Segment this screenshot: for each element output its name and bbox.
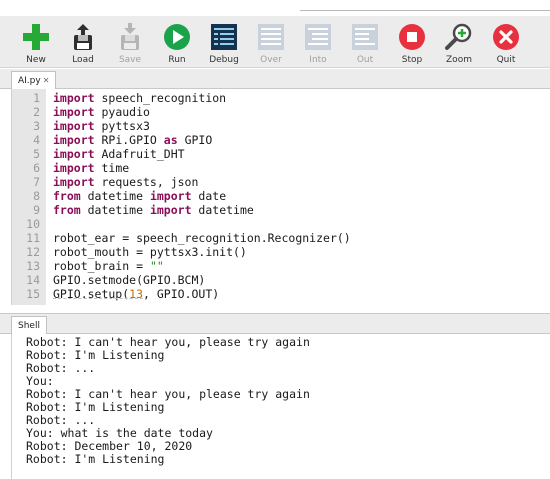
code-line: from datetime import datetime bbox=[53, 203, 254, 217]
line-number: 2 bbox=[33, 105, 40, 119]
quit-button[interactable]: Quit bbox=[482, 22, 530, 65]
code-line: GPIO.setmode(GPIO.BCM) bbox=[53, 273, 206, 287]
line-number: 3 bbox=[33, 119, 40, 133]
save-label: Save bbox=[118, 55, 142, 65]
line-number-gutter: 1 2 3 4 5 6 7 8 9 10 11 12 13 14 15 bbox=[12, 89, 46, 305]
plus-icon bbox=[23, 24, 49, 50]
shell-line: Robot: I'm Listening bbox=[26, 348, 165, 362]
load-icon bbox=[74, 24, 92, 50]
shell-line: You: bbox=[26, 374, 54, 388]
line-number: 6 bbox=[33, 161, 40, 175]
step-out-label: Out bbox=[356, 55, 374, 65]
line-number: 10 bbox=[26, 217, 40, 231]
line-number: 14 bbox=[26, 273, 40, 287]
new-button[interactable]: New bbox=[12, 22, 60, 65]
shell-line: You: what is the date today bbox=[26, 426, 213, 440]
code-line: from datetime import date bbox=[53, 189, 227, 203]
tab-label: AI.py bbox=[18, 76, 41, 86]
run-label: Run bbox=[168, 55, 186, 65]
title-rule bbox=[300, 10, 550, 11]
debug-button[interactable]: Debug bbox=[200, 22, 248, 65]
stop-label: Stop bbox=[401, 55, 423, 65]
shell-line: Robot: I'm Listening bbox=[26, 452, 165, 466]
zoom-button[interactable]: Zoom bbox=[435, 22, 483, 65]
line-number: 7 bbox=[33, 175, 40, 189]
shell-line: Robot: ... bbox=[26, 361, 96, 375]
zoom-icon bbox=[445, 23, 472, 50]
line-number: 12 bbox=[26, 245, 40, 259]
code-line: import time bbox=[53, 161, 130, 175]
line-number: 4 bbox=[33, 133, 40, 147]
shell-line: Robot: December 10, 2020 bbox=[26, 439, 193, 453]
step-into-icon bbox=[305, 24, 331, 50]
code-line: robot_brain = "" bbox=[53, 259, 164, 273]
run-button[interactable]: Run bbox=[153, 22, 201, 65]
load-label: Load bbox=[72, 55, 94, 65]
line-number: 11 bbox=[26, 231, 40, 245]
quit-icon bbox=[493, 24, 519, 50]
code-line: import pyttsx3 bbox=[53, 119, 150, 133]
shell-line: Robot: ... bbox=[26, 413, 96, 427]
zoom-label: Zoom bbox=[446, 55, 472, 65]
code-line: import pyaudio bbox=[53, 105, 150, 119]
step-into-button[interactable]: Into bbox=[294, 22, 342, 65]
shell-tab-label: Shell bbox=[18, 321, 40, 331]
step-out-button[interactable]: Out bbox=[341, 22, 389, 65]
line-number: 15 bbox=[26, 287, 40, 301]
step-over-label: Over bbox=[260, 55, 282, 65]
line-number: 13 bbox=[26, 259, 40, 273]
debug-label: Debug bbox=[209, 55, 239, 65]
stop-button[interactable]: Stop bbox=[388, 22, 436, 65]
stop-icon bbox=[399, 24, 425, 50]
line-number: 1 bbox=[33, 91, 40, 105]
line-number: 8 bbox=[33, 189, 40, 203]
shell-line: Robot: I'm Listening bbox=[26, 400, 165, 414]
step-into-label: Into bbox=[309, 55, 327, 65]
line-number: 5 bbox=[33, 147, 40, 161]
code-line: import requests, json bbox=[53, 175, 199, 189]
code-line: robot_mouth = pyttsx3.init() bbox=[53, 245, 247, 259]
new-label: New bbox=[26, 55, 46, 65]
toolbar: New Load Save Run Debug Over Into Out St… bbox=[0, 16, 550, 68]
tab-ai-py[interactable]: AI.py ✕ bbox=[11, 71, 57, 89]
step-over-button[interactable]: Over bbox=[247, 22, 295, 65]
code-line: import speech_recognition bbox=[53, 91, 227, 105]
window-top-strip bbox=[0, 0, 550, 16]
debug-icon bbox=[211, 24, 237, 50]
shell-line: Robot: I can't hear you, please try agai… bbox=[26, 335, 310, 349]
editor-tab-bar: AI.py ✕ bbox=[0, 69, 550, 89]
shell-tab-bar: Shell bbox=[0, 313, 550, 335]
shell-console[interactable]: Robot: I can't hear you, please try agai… bbox=[11, 334, 540, 479]
code-line: robot_ear = speech_recognition.Recognize… bbox=[53, 231, 351, 245]
step-out-icon bbox=[352, 24, 378, 50]
code-line: import Adafruit_DHT bbox=[53, 147, 185, 161]
tab-shell[interactable]: Shell bbox=[11, 316, 47, 335]
line-number: 9 bbox=[33, 203, 40, 217]
shell-line: Robot: I can't hear you, please try agai… bbox=[26, 387, 310, 401]
code-line: import RPi.GPIO as GPIO bbox=[53, 133, 213, 147]
close-icon[interactable]: ✕ bbox=[43, 76, 50, 85]
load-button[interactable]: Load bbox=[59, 22, 107, 65]
code-editor[interactable]: 1 2 3 4 5 6 7 8 9 10 11 12 13 14 15 impo… bbox=[11, 89, 540, 305]
save-icon bbox=[121, 23, 139, 50]
quit-label: Quit bbox=[496, 55, 516, 65]
play-icon bbox=[164, 24, 190, 50]
save-button[interactable]: Save bbox=[106, 22, 154, 65]
step-over-icon bbox=[258, 24, 284, 50]
editor-cutoff bbox=[53, 298, 143, 302]
